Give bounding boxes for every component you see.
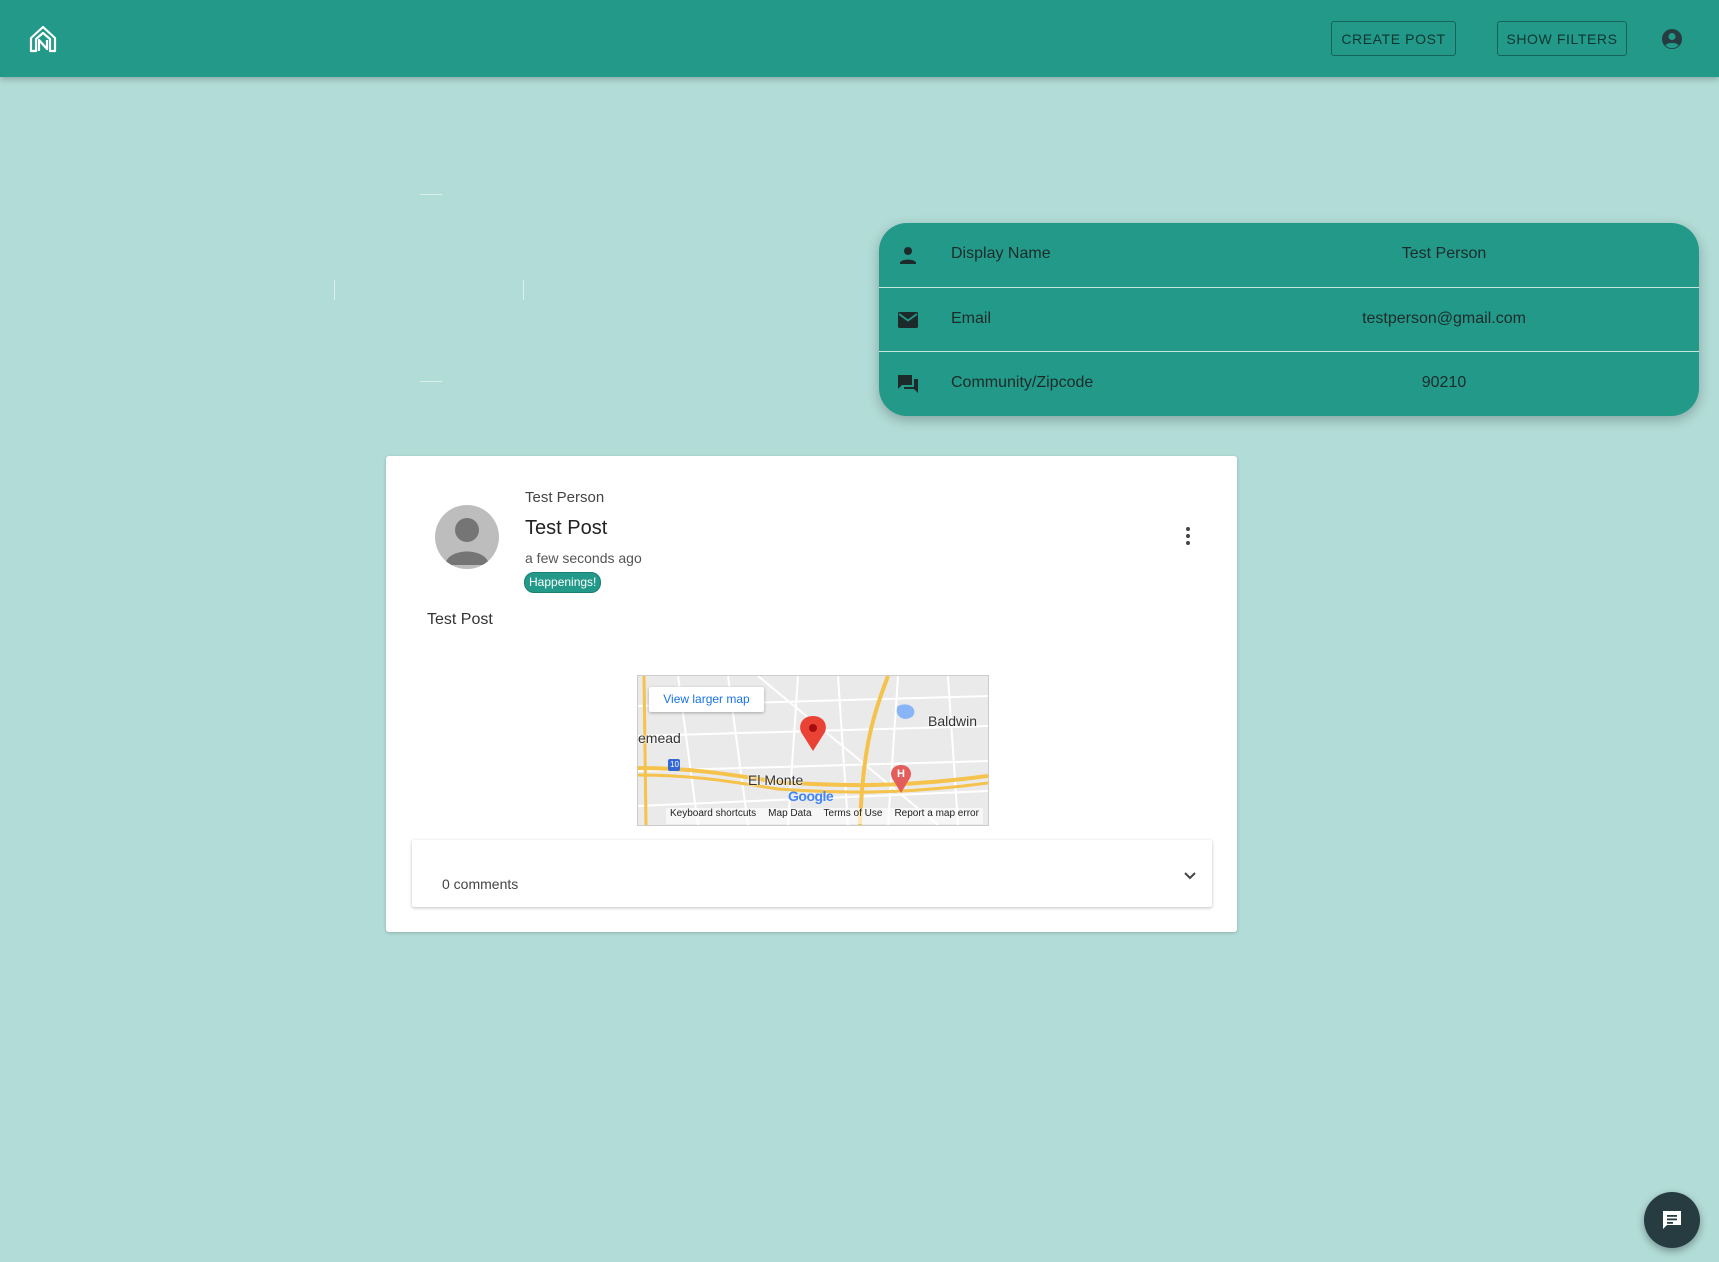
- email-value: testperson@gmail.com: [1362, 310, 1526, 327]
- chat-icon: [1663, 1211, 1681, 1229]
- view-larger-map-link[interactable]: View larger map: [649, 687, 764, 712]
- avatar: [435, 505, 499, 569]
- more-vert-icon[interactable]: [1176, 524, 1200, 548]
- profile-row-display-name: Display Name Test Person: [879, 223, 1699, 287]
- highway-shield-label: 10: [670, 760, 679, 769]
- community-value: 90210: [1421, 374, 1467, 391]
- comments-count: 0 comments: [442, 876, 519, 892]
- email-label: Email: [951, 310, 992, 327]
- account-circle-icon[interactable]: [1660, 27, 1684, 51]
- person-icon: [900, 247, 916, 264]
- create-post-button[interactable]: CREATE POST: [1331, 21, 1456, 56]
- post-card: Test Person Test Post a few seconds ago …: [386, 456, 1237, 932]
- post-title: Test Post: [525, 517, 608, 539]
- comments-expansion-panel[interactable]: 0 comments: [412, 840, 1212, 907]
- placeholder-line-top: [420, 194, 442, 195]
- placeholder-line-left: [334, 280, 335, 300]
- display-name-label: Display Name: [951, 245, 1051, 262]
- default-avatar-icon: [445, 518, 489, 565]
- email-icon: [898, 312, 918, 328]
- terms-of-use-link[interactable]: Terms of Use: [824, 808, 883, 824]
- report-map-error-link[interactable]: Report a map error: [894, 808, 978, 824]
- map-place-label: emead: [638, 730, 681, 746]
- chevron-down-icon[interactable]: [1178, 863, 1202, 887]
- placeholder-line-bottom: [420, 381, 442, 382]
- post-author: Test Person: [525, 489, 605, 506]
- post-body: Test Post: [427, 611, 493, 628]
- community-label: Community/Zipcode: [951, 374, 1094, 391]
- show-filters-button[interactable]: SHOW FILTERS: [1497, 21, 1627, 56]
- map-data-link[interactable]: Map Data: [768, 808, 811, 824]
- keyboard-shortcuts-link[interactable]: Keyboard shortcuts: [670, 808, 756, 824]
- profile-row-community: Community/Zipcode 90210: [879, 352, 1699, 416]
- profile-row-email: Email testperson@gmail.com: [879, 288, 1699, 352]
- post-timestamp: a few seconds ago: [525, 550, 642, 566]
- forum-icon: [898, 375, 918, 393]
- placeholder-line-right: [523, 280, 524, 300]
- home-logo-icon[interactable]: [28, 24, 58, 54]
- post-tag-chip: Happenings!: [524, 572, 602, 593]
- google-logo: Google: [788, 788, 834, 804]
- hospital-marker-label: H: [897, 768, 905, 780]
- app-bar: CREATE POST SHOW FILTERS: [0, 0, 1719, 77]
- embedded-map[interactable]: View larger map emead Baldwin El Monte 1…: [637, 675, 989, 826]
- profile-info-card: Display Name Test Person Email testperso…: [879, 223, 1699, 416]
- map-place-label: El Monte: [748, 772, 804, 788]
- chat-fab-button[interactable]: [1644, 1192, 1700, 1248]
- map-place-label: Baldwin: [928, 713, 978, 729]
- display-name-value: Test Person: [1401, 245, 1487, 262]
- map-footer: Keyboard shortcuts Map Data Terms of Use…: [666, 808, 983, 824]
